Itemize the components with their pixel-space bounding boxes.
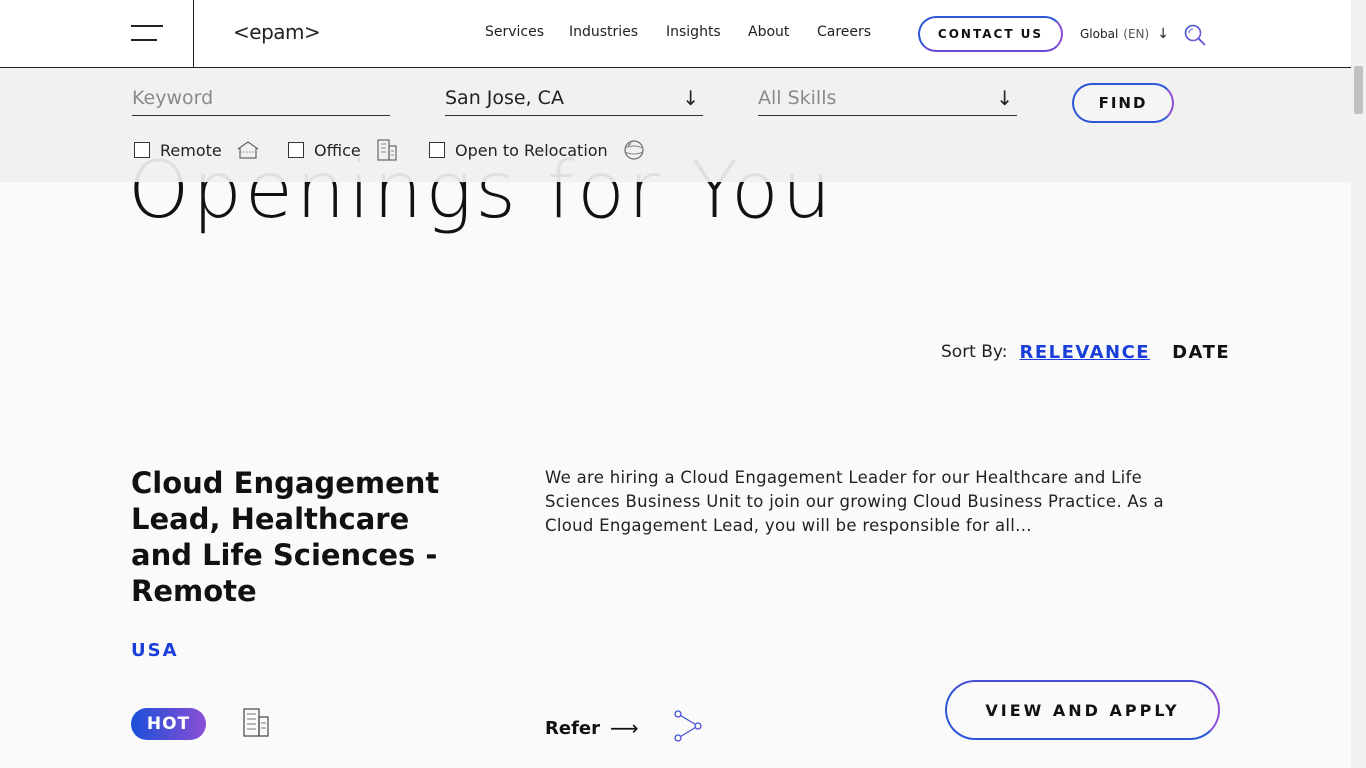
skills-select[interactable]: All Skills ↓: [758, 84, 1017, 116]
header-divider: [193, 0, 194, 68]
home-icon: [237, 141, 259, 159]
arrow-right-icon: ⟶: [609, 716, 639, 740]
view-and-apply-button[interactable]: VIEW AND APPLY: [945, 680, 1220, 740]
hot-badge: HOT: [131, 708, 206, 740]
remote-checkbox[interactable]: Remote: [134, 140, 260, 160]
office-label: Office: [314, 140, 361, 160]
global-label: Global: [1080, 27, 1119, 41]
site-header: <epam> Services Industries Insights Abou…: [0, 0, 1351, 68]
scrollbar-thumb[interactable]: [1354, 66, 1363, 114]
location-value: San Jose, CA: [445, 87, 564, 109]
sort-controls: Sort By: RELEVANCE DATE: [941, 340, 1230, 364]
keyword-placeholder: Keyword: [132, 87, 214, 109]
job-location: USA: [131, 640, 179, 661]
epam-logo[interactable]: <epam>: [233, 20, 321, 46]
sort-date-link[interactable]: DATE: [1172, 342, 1230, 363]
chevron-down-icon: ↓: [1157, 26, 1169, 42]
skills-placeholder: All Skills: [758, 87, 837, 109]
office-building-icon: [243, 708, 269, 737]
chevron-down-icon: ↓: [682, 86, 699, 110]
page-scrollbar[interactable]: [1351, 0, 1366, 768]
find-button[interactable]: FIND: [1072, 83, 1174, 123]
nav-careers[interactable]: Careers: [817, 24, 871, 40]
relocation-checkbox[interactable]: Open to Relocation: [429, 140, 646, 160]
office-checkbox[interactable]: Office: [288, 139, 399, 161]
remote-label: Remote: [160, 140, 222, 160]
contact-us-button[interactable]: CONTACT US: [918, 16, 1063, 52]
checkbox-box[interactable]: [429, 142, 445, 158]
job-search-filter-bar: Keyword San Jose, CA ↓ All Skills ↓ FIND…: [0, 68, 1351, 182]
sort-relevance-link[interactable]: RELEVANCE: [1019, 342, 1150, 363]
share-icon[interactable]: [673, 710, 703, 742]
lang-label: (EN): [1123, 27, 1150, 41]
job-title[interactable]: Cloud Engagement Lead, Healthcare and Li…: [131, 465, 451, 609]
language-selector[interactable]: Global (EN) ↓: [1080, 26, 1169, 42]
office-building-icon: [377, 139, 397, 161]
checkbox-box[interactable]: [134, 142, 150, 158]
nav-about[interactable]: About: [748, 24, 789, 40]
refer-link[interactable]: Refer ⟶: [545, 716, 639, 740]
sort-label: Sort By:: [941, 342, 1008, 362]
relocation-label: Open to Relocation: [455, 140, 608, 160]
refer-label: Refer: [545, 717, 600, 739]
location-select[interactable]: San Jose, CA ↓: [445, 84, 703, 116]
chevron-down-icon: ↓: [996, 86, 1013, 110]
nav-industries[interactable]: Industries: [569, 24, 638, 40]
nav-services[interactable]: Services: [485, 24, 544, 40]
hamburger-icon[interactable]: [131, 25, 163, 43]
checkbox-box[interactable]: [288, 142, 304, 158]
search-icon[interactable]: [1183, 23, 1207, 47]
job-description: We are hiring a Cloud Engagement Leader …: [545, 468, 1164, 535]
relocation-icon: [624, 140, 644, 160]
keyword-input[interactable]: Keyword: [132, 84, 390, 116]
nav-insights[interactable]: Insights: [666, 24, 721, 40]
